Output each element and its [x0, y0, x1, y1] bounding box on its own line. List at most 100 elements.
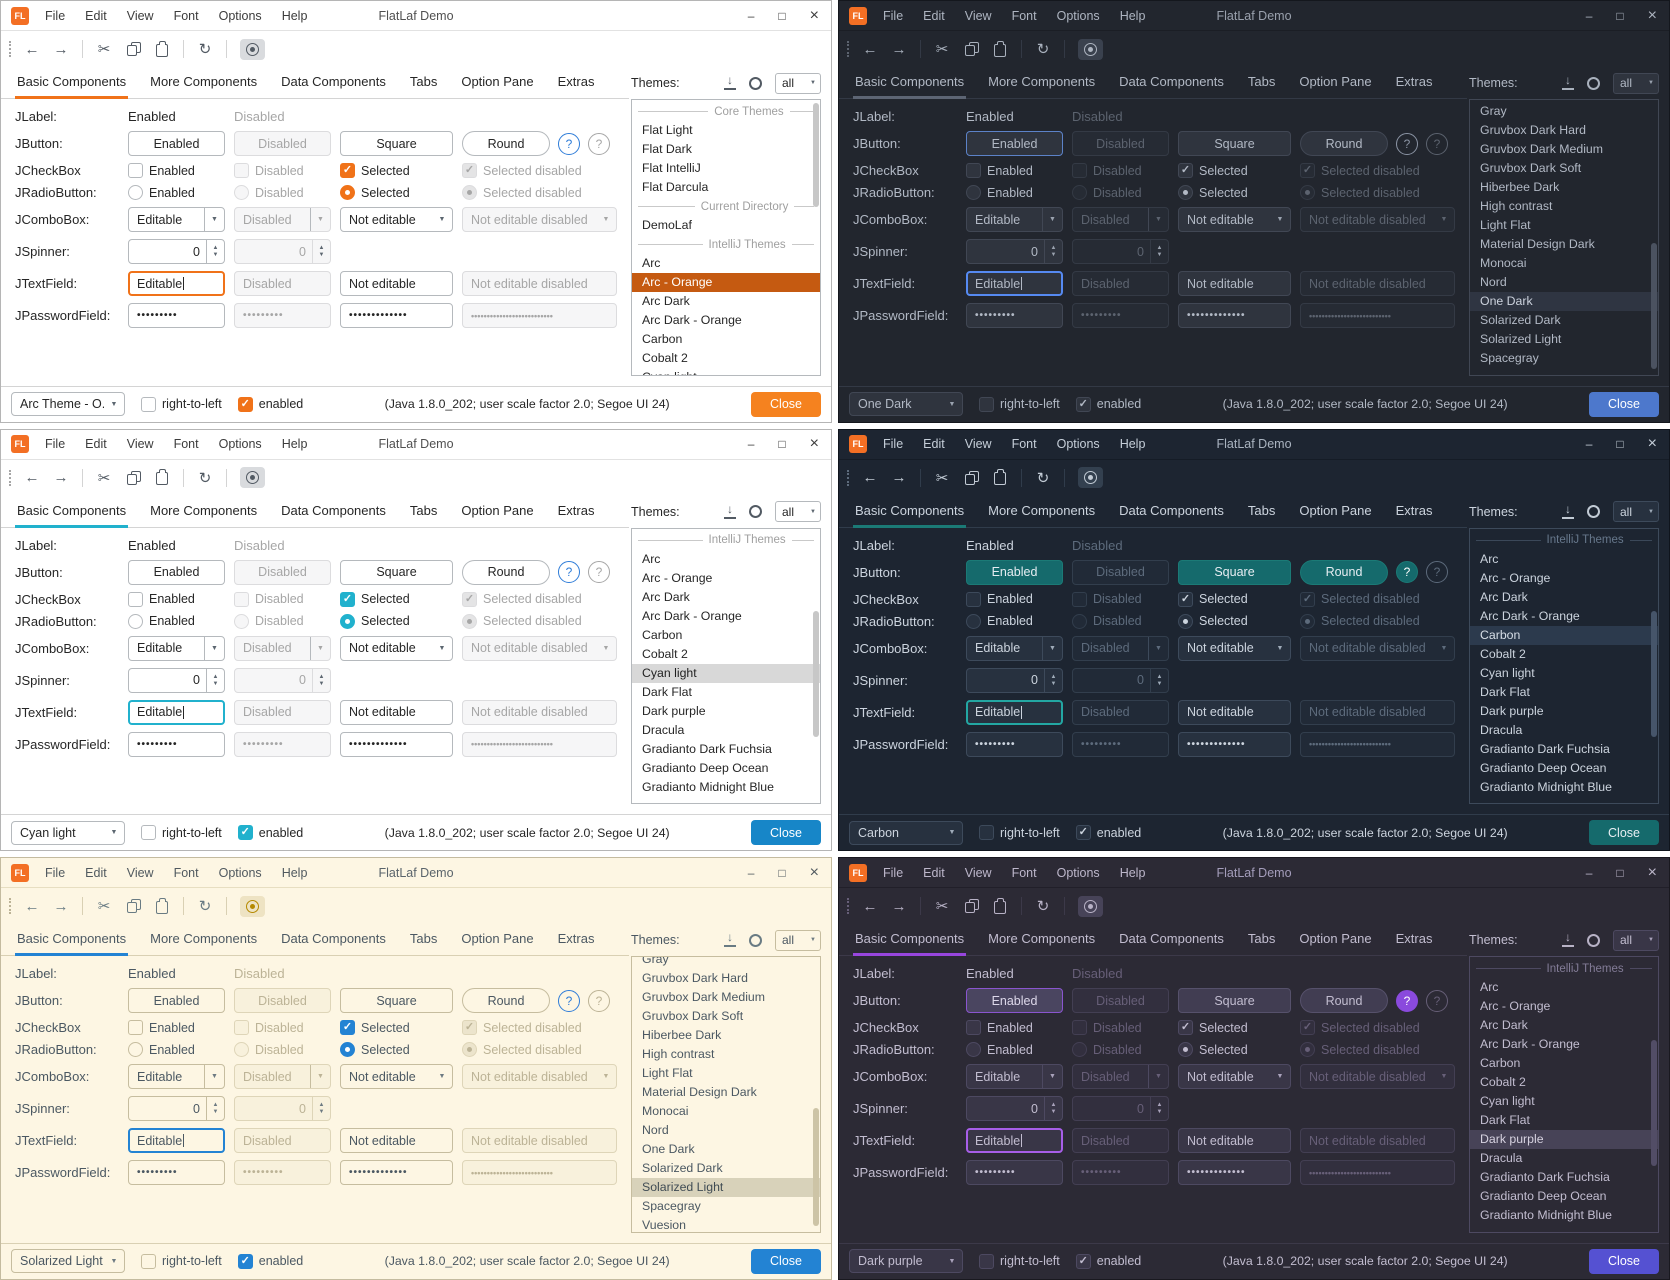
passwordfield-not-editable[interactable]: •••••••••••••: [340, 732, 453, 757]
chevron-down-icon[interactable]: [204, 1065, 224, 1088]
theme-list-scrollbar[interactable]: [813, 103, 819, 207]
paste-icon[interactable]: [154, 42, 170, 57]
chevron-down-icon[interactable]: [1270, 1065, 1290, 1088]
square-button[interactable]: Square: [1178, 131, 1291, 156]
toolbar-grip[interactable]: [847, 898, 849, 914]
maximize-button[interactable]: □: [1616, 867, 1623, 879]
tab-basic-components[interactable]: Basic Components: [15, 924, 128, 956]
round-button[interactable]: Round: [462, 988, 550, 1013]
theme-list-item[interactable]: Dark Flat: [1470, 683, 1658, 702]
right-to-left-checkbox[interactable]: [979, 397, 994, 412]
download-icon[interactable]: [724, 505, 736, 519]
theme-list-item-selected[interactable]: Dark purple: [1470, 1130, 1658, 1149]
back-icon[interactable]: ←: [24, 41, 40, 58]
copy-icon[interactable]: [963, 42, 979, 56]
radio-icon[interactable]: [340, 614, 355, 629]
theme-list-item[interactable]: Spacegray: [1470, 349, 1658, 368]
radio-selected[interactable]: Selected: [1178, 614, 1291, 629]
spinner-enabled[interactable]: 0: [128, 1096, 225, 1121]
close-dialog-button[interactable]: Close: [1589, 820, 1659, 845]
checkbox-enabled[interactable]: Enabled: [128, 1020, 225, 1035]
tab-data-components[interactable]: Data Components: [1117, 67, 1226, 99]
close-window-button[interactable]: ×: [1648, 8, 1657, 24]
forward-icon[interactable]: →: [53, 469, 69, 486]
round-button[interactable]: Round: [1300, 988, 1388, 1013]
checkbox-enabled[interactable]: Enabled: [966, 163, 1063, 178]
menu-view[interactable]: View: [127, 9, 154, 23]
refresh-icon[interactable]: ↻: [197, 469, 213, 487]
chevron-down-icon[interactable]: [1042, 1065, 1062, 1088]
menu-font[interactable]: Font: [1012, 866, 1037, 880]
enabled-option[interactable]: enabled: [1076, 397, 1142, 412]
tab-option-pane[interactable]: Option Pane: [1297, 67, 1373, 99]
forward-icon[interactable]: →: [891, 41, 907, 58]
enabled-button[interactable]: Enabled: [966, 988, 1063, 1013]
right-to-left-checkbox[interactable]: [979, 1254, 994, 1269]
theme-list-item[interactable]: Arc: [632, 550, 820, 569]
menu-edit[interactable]: Edit: [85, 437, 107, 451]
theme-filter-combo[interactable]: all: [1613, 501, 1659, 522]
radio-icon[interactable]: [1178, 1042, 1193, 1057]
theme-combo[interactable]: Dark purple: [849, 1249, 963, 1273]
menu-view[interactable]: View: [965, 9, 992, 23]
textfield-editable[interactable]: Editable: [966, 700, 1063, 725]
theme-filter-combo[interactable]: all: [775, 930, 821, 951]
theme-list-item[interactable]: Gruvbox Dark Medium: [1470, 140, 1658, 159]
help-button-secondary[interactable]: ?: [588, 133, 610, 155]
right-to-left-checkbox[interactable]: [141, 1254, 156, 1269]
theme-combo[interactable]: Arc Theme - O...: [11, 392, 125, 416]
refresh-icon[interactable]: ↻: [197, 897, 213, 915]
menu-view[interactable]: View: [965, 437, 992, 451]
tab-extras[interactable]: Extras: [1394, 67, 1435, 99]
menu-font[interactable]: Font: [174, 9, 199, 23]
github-icon[interactable]: [1587, 505, 1600, 518]
textfield-editable[interactable]: Editable: [128, 700, 225, 725]
theme-list-item[interactable]: Gradianto Deep Ocean: [1470, 1187, 1658, 1206]
theme-list-item[interactable]: Cobalt 2: [632, 645, 820, 664]
combobox-not-editable[interactable]: Not editable: [340, 1064, 453, 1089]
combobox-editable[interactable]: Editable: [966, 636, 1063, 661]
menu-view[interactable]: View: [127, 866, 154, 880]
cut-icon[interactable]: ✂: [96, 40, 112, 58]
tab-more-components[interactable]: More Components: [986, 924, 1097, 956]
tab-extras[interactable]: Extras: [556, 496, 597, 528]
show-hints-toggle[interactable]: [240, 467, 265, 488]
spinner-enabled[interactable]: 0: [966, 239, 1063, 264]
theme-list-scrollbar[interactable]: [813, 1108, 819, 1226]
chevron-down-icon[interactable]: [204, 208, 224, 231]
radio-icon[interactable]: [128, 1042, 143, 1057]
theme-list-scrollbar[interactable]: [1651, 611, 1657, 737]
checkbox-enabled[interactable]: Enabled: [128, 163, 225, 178]
theme-list-item[interactable]: Solarized Dark: [1470, 311, 1658, 330]
enabled-checkbox[interactable]: [238, 825, 253, 840]
theme-list-item[interactable]: Spacegray: [632, 1197, 820, 1216]
close-window-button[interactable]: ×: [810, 436, 819, 452]
square-button[interactable]: Square: [340, 988, 453, 1013]
menu-help[interactable]: Help: [1120, 866, 1146, 880]
theme-list-item[interactable]: Gradianto Dark Fuchsia: [632, 740, 820, 759]
help-button-secondary[interactable]: ?: [588, 561, 610, 583]
minimize-button[interactable]: –: [1586, 438, 1593, 450]
chevron-down-icon[interactable]: [1270, 637, 1290, 660]
checkbox-selected[interactable]: Selected: [340, 592, 453, 607]
back-icon[interactable]: ←: [862, 898, 878, 915]
textfield-not-editable[interactable]: Not editable: [340, 271, 453, 296]
minimize-button[interactable]: –: [1586, 867, 1593, 879]
tab-tabs[interactable]: Tabs: [1246, 67, 1277, 99]
show-hints-toggle[interactable]: [1078, 896, 1103, 917]
help-button[interactable]: ?: [1396, 133, 1418, 155]
help-button[interactable]: ?: [558, 561, 580, 583]
theme-list-item[interactable]: Nord: [1470, 273, 1658, 292]
refresh-icon[interactable]: ↻: [1035, 897, 1051, 915]
theme-list-item[interactable]: Dracula: [1470, 1149, 1658, 1168]
chevron-down-icon[interactable]: [432, 637, 452, 660]
menu-help[interactable]: Help: [282, 866, 308, 880]
show-hints-toggle[interactable]: [240, 39, 265, 60]
spinner-arrows[interactable]: [1044, 1097, 1062, 1120]
help-button-secondary[interactable]: ?: [1426, 133, 1448, 155]
theme-list-item[interactable]: Light Flat: [632, 1064, 820, 1083]
download-icon[interactable]: [724, 76, 736, 90]
download-icon[interactable]: [1562, 505, 1574, 519]
theme-list-item[interactable]: Hiberbee Dark: [1470, 178, 1658, 197]
tab-extras[interactable]: Extras: [556, 924, 597, 956]
